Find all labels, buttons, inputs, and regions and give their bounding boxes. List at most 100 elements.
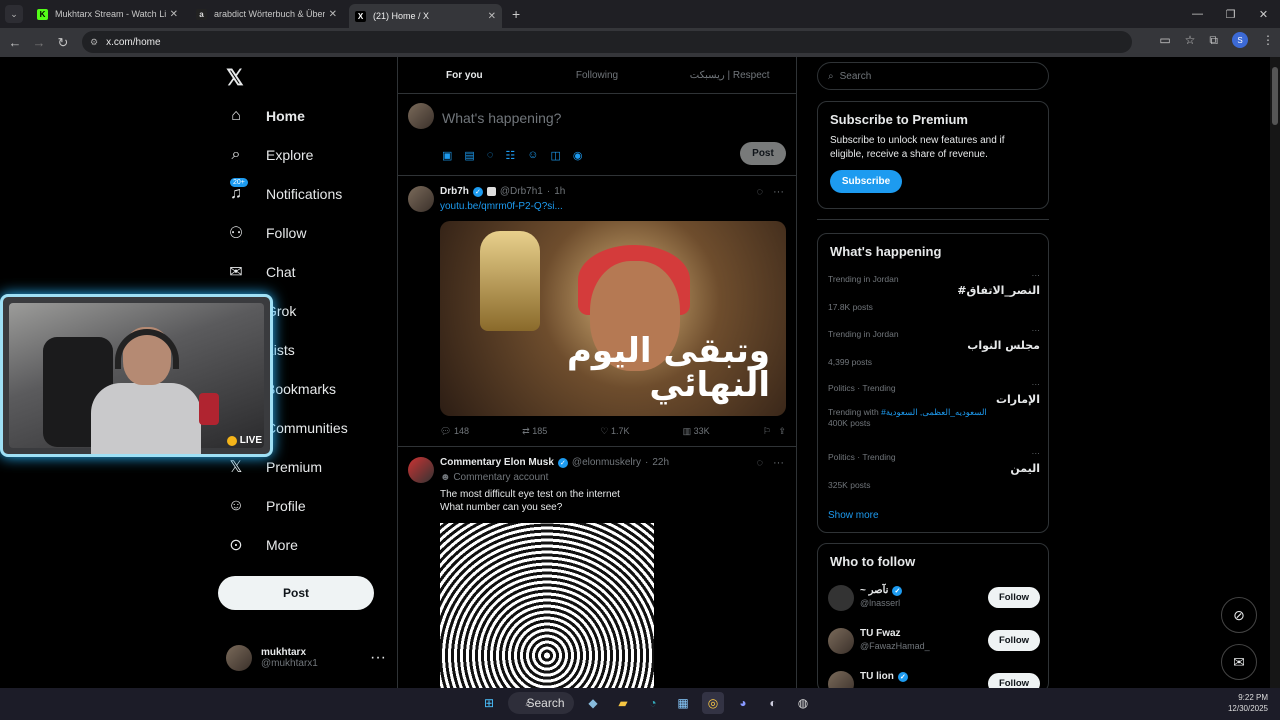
tweet-author-name[interactable]: Drb7h xyxy=(440,186,469,197)
browser-tab[interactable]: a arabdict Wörterbuch & Übersetzung ✕ xyxy=(190,2,343,26)
tweet-image[interactable]: وتبقى اليوم النهائي xyxy=(440,221,786,416)
edge-icon[interactable]: ◔ xyxy=(642,692,664,714)
system-clock[interactable]: 9:22 PM 12/30/2025 xyxy=(1228,693,1268,715)
obs-icon[interactable]: ◍ xyxy=(792,692,814,714)
messages-fab-icon[interactable]: ✉ xyxy=(1221,644,1257,680)
avatar[interactable] xyxy=(408,457,434,483)
browser-tab[interactable]: K Mukhtarx Stream - Watch Live on... ✕ xyxy=(31,2,184,26)
sidebar-item-profile[interactable]: ☺ Profile xyxy=(226,491,306,521)
bookmark-icon[interactable]: ⚐ ⇪ xyxy=(763,426,786,437)
page-scrollbar[interactable] xyxy=(1270,57,1280,688)
post-button[interactable]: Post xyxy=(218,576,374,610)
tweet[interactable]: Drb7h ✓ @Drb7h1 · 1h ◌ ··· youtu.be/qmrm… xyxy=(398,176,796,447)
chrome-icon[interactable]: ◎ xyxy=(702,692,724,714)
tweet-author-handle[interactable]: @Drb7h1 xyxy=(500,186,543,197)
avatar[interactable] xyxy=(408,186,434,212)
tweet[interactable]: Commentary Elon Musk ✓ @elonmuskelry · 2… xyxy=(398,447,796,688)
close-window-icon[interactable]: ✕ xyxy=(1247,8,1280,21)
more-dots-icon[interactable]: ··· xyxy=(773,186,784,198)
more-dots-icon[interactable]: ··· xyxy=(1032,379,1041,389)
tweet-time[interactable]: 22h xyxy=(652,457,669,468)
sidebar-item-explore[interactable]: ⌕ Explore xyxy=(226,140,314,170)
more-dots-icon[interactable]: ··· xyxy=(370,649,386,667)
taskbar-search[interactable]: ⌕ Search xyxy=(508,692,574,714)
new-tab-icon[interactable]: + xyxy=(512,6,520,22)
emoji-icon[interactable]: ☺ xyxy=(527,149,538,162)
bookmark-star-icon[interactable]: ☆ xyxy=(1185,33,1196,47)
location-icon[interactable]: ◉ xyxy=(573,149,583,162)
sidebar-item-more[interactable]: ⊙ More xyxy=(226,530,298,560)
address-bar[interactable]: ⚙ x.com/home xyxy=(82,31,1132,53)
compose-input[interactable]: What's happening? xyxy=(442,110,561,126)
close-tab-icon[interactable]: ✕ xyxy=(170,9,178,20)
grok-icon[interactable]: ◌ xyxy=(756,457,763,469)
tab-search-button[interactable]: ⌄ xyxy=(5,5,23,23)
close-tab-icon[interactable]: ✕ xyxy=(488,11,496,22)
grok-icon[interactable]: ◌ xyxy=(756,186,763,198)
minimize-icon[interactable]: — xyxy=(1181,8,1214,20)
forward-icon[interactable]: → xyxy=(27,35,51,50)
tweet-time[interactable]: 1h xyxy=(554,186,565,197)
close-tab-icon[interactable]: ✕ xyxy=(329,9,337,20)
discord-icon[interactable]: ◕ xyxy=(732,692,754,714)
more-dots-icon[interactable]: ··· xyxy=(773,457,784,469)
file-explorer-icon[interactable]: ▰ xyxy=(612,692,634,714)
trend-item[interactable]: Trending in Jordan ··· #النصر_الاتفاق 17… xyxy=(828,270,1040,312)
follow-suggestion[interactable]: TU Fwaz @FawazHamad_ Follow xyxy=(828,625,1040,657)
trend-with-tag[interactable]: #السعوديه_العظمى, السعودية xyxy=(881,407,987,417)
cast-icon[interactable]: ▭ xyxy=(1159,33,1170,47)
sidebar-item-home[interactable]: ⌂ Home xyxy=(226,101,305,131)
compose-post-button[interactable]: Post xyxy=(740,142,786,165)
reload-icon[interactable]: ↻ xyxy=(51,35,75,51)
trend-item[interactable]: Politics · Trending ··· الإمارات Trendin… xyxy=(828,379,1040,428)
steam-icon[interactable]: ◐ xyxy=(762,692,784,714)
copilot-icon[interactable]: ◆ xyxy=(582,692,604,714)
restore-icon[interactable]: ❐ xyxy=(1214,8,1247,21)
more-dots-icon[interactable]: ··· xyxy=(1032,448,1041,458)
store-icon[interactable]: ▦ xyxy=(672,692,694,714)
follow-suggestion[interactable]: ~ نآصر ✓ @lnasserl Follow xyxy=(828,582,1040,614)
sidebar-item-notifications[interactable]: ♫ 20+ Notifications xyxy=(226,178,342,209)
windows-start-icon[interactable]: ⊞ xyxy=(478,692,500,714)
x-logo-icon[interactable]: 𝕏 xyxy=(226,65,244,91)
like-button[interactable]: ♡ 1.7K xyxy=(600,426,629,437)
tweet-image[interactable] xyxy=(440,523,654,688)
grok-fab-icon[interactable]: ⊘ xyxy=(1221,597,1257,633)
tab-for-you[interactable]: For you xyxy=(398,57,531,93)
follow-suggestion[interactable]: TU lion ✓ Follow xyxy=(828,668,1040,688)
schedule-icon[interactable]: ◫ xyxy=(550,149,560,162)
show-more-link[interactable]: Show more xyxy=(828,510,879,521)
tab-following[interactable]: Following xyxy=(531,57,664,93)
views-button[interactable]: ▥ 33K xyxy=(683,426,710,437)
extensions-icon[interactable]: ⧉ xyxy=(1209,33,1218,48)
reply-button[interactable]: 💬︎ 148 xyxy=(440,426,469,437)
tweet-link[interactable]: youtu.be/qmrm0f-P2-Q?si... xyxy=(440,201,563,212)
scrollbar-thumb[interactable] xyxy=(1272,67,1278,125)
sidebar-item-follow[interactable]: ⚇ Follow xyxy=(226,218,307,248)
image-icon[interactable]: ▣ xyxy=(442,149,452,162)
follow-button[interactable]: Follow xyxy=(988,630,1040,651)
timeline-tabs: For you Following ريسبكت | Respect xyxy=(398,57,796,94)
browser-tab-active[interactable]: X (21) Home / X ✕ xyxy=(349,4,502,28)
account-switcher[interactable]: mukhtarx @mukhtarx1 ··· xyxy=(226,642,386,674)
sidebar-item-chat[interactable]: ✉ Chat xyxy=(226,257,295,287)
trend-item[interactable]: Politics · Trending ··· اليمن 325K posts xyxy=(828,448,1040,490)
follow-button[interactable]: Follow xyxy=(988,587,1040,608)
subscribe-button[interactable]: Subscribe xyxy=(830,170,902,193)
tweet-author-name[interactable]: Commentary Elon Musk xyxy=(440,457,554,468)
search-input[interactable]: ⌕ Search xyxy=(817,62,1049,90)
gif-icon[interactable]: ▤ xyxy=(464,149,474,162)
browser-menu-icon[interactable]: ⋮ xyxy=(1262,33,1274,47)
follow-button[interactable]: Follow xyxy=(988,673,1040,688)
poll-icon[interactable]: ☷ xyxy=(505,149,515,162)
grok-icon[interactable]: ◌ xyxy=(487,149,494,162)
more-dots-icon[interactable]: ··· xyxy=(1032,270,1041,280)
profile-avatar[interactable]: S xyxy=(1232,32,1248,48)
repost-button[interactable]: ⇄ 185 xyxy=(522,426,547,437)
trend-item[interactable]: Trending in Jordan ··· مجلس النواب 4,399… xyxy=(828,325,1040,367)
tweet-author-handle[interactable]: @elonmuskelry xyxy=(572,457,641,468)
more-dots-icon[interactable]: ··· xyxy=(1032,325,1041,335)
site-info-icon[interactable]: ⚙ xyxy=(90,37,98,48)
back-icon[interactable]: ← xyxy=(3,35,27,50)
tab-respect[interactable]: ريسبكت | Respect xyxy=(663,57,796,93)
